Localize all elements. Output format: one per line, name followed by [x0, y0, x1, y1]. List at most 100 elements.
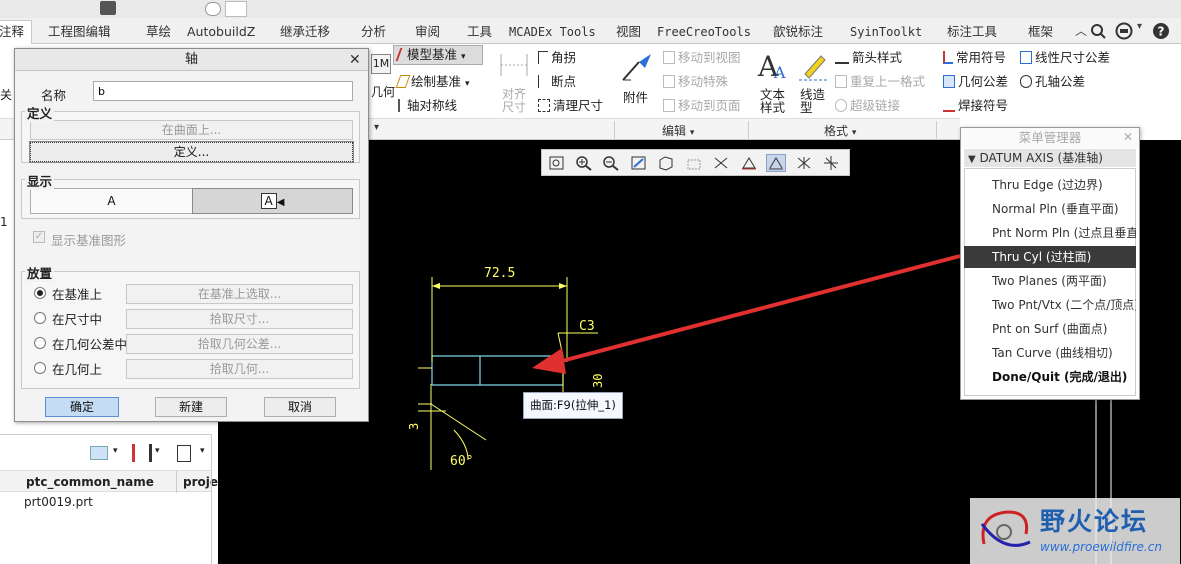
group-edit-label[interactable]: 编辑 ▾: [662, 122, 694, 139]
hole-tolerance-button[interactable]: 孔轴公差: [1020, 71, 1085, 90]
menu-item-pnt-norm-pln[interactable]: Pnt Norm Pln (过点且垂直: [964, 222, 1136, 244]
define-button[interactable]: 定义...: [29, 141, 354, 163]
pick-gtol-button[interactable]: 拾取几何公差...: [126, 334, 353, 354]
cancel-button[interactable]: 取消: [264, 397, 336, 417]
filter-icon[interactable]: [794, 154, 814, 172]
help-icon[interactable]: ?: [1152, 22, 1170, 40]
draw-datum-button[interactable]: 绘制基准 ▾: [395, 71, 470, 90]
document-icon[interactable]: [177, 445, 191, 462]
tab-xinrui[interactable]: 歆锐标注: [773, 21, 823, 43]
tab-inherit[interactable]: 继承迁移: [280, 21, 330, 43]
refit-icon[interactable]: [547, 154, 567, 172]
tab-mcadex[interactable]: MCADEx Tools: [509, 21, 596, 43]
tab-view[interactable]: 视图: [616, 21, 641, 43]
tab-autobuildz[interactable]: AutobuildZ: [187, 21, 255, 43]
axis-symmetry-button[interactable]: 轴对称线: [398, 95, 457, 114]
attach-button[interactable]: 附件: [623, 87, 648, 106]
tab-sketch[interactable]: 草绘: [146, 21, 171, 43]
zoom-out-icon[interactable]: [601, 154, 621, 172]
radio-on-geom[interactable]: [34, 362, 46, 374]
datum-axis-header[interactable]: ▼ DATUM AXIS (基准轴): [964, 149, 1136, 167]
datum-display-icon[interactable]: [684, 154, 704, 172]
table-row[interactable]: prt0019.prt: [24, 495, 93, 509]
spin-center-icon[interactable]: [821, 154, 841, 172]
dropdown-icon[interactable]: ▾: [155, 446, 160, 456]
geometric-tolerance-button[interactable]: 几何公差: [943, 71, 1008, 90]
link-icon: [835, 99, 847, 112]
radio-on-datum[interactable]: [34, 287, 46, 299]
tools-icon[interactable]: [132, 444, 152, 462]
hide-dims-icon[interactable]: [711, 154, 731, 172]
active-annotation-icon[interactable]: [766, 154, 786, 172]
common-symbols-button[interactable]: 常用符号: [943, 47, 1006, 66]
radio-in-dim[interactable]: [34, 312, 46, 324]
select-on-datum-button[interactable]: 在基准上选取...: [126, 284, 353, 304]
tab-freecreotools[interactable]: FreeCreoTools: [657, 21, 751, 43]
hyperlink-button[interactable]: 超级链接: [835, 95, 900, 114]
arrow-style-button[interactable]: 箭头样式: [835, 47, 902, 66]
text-style-button[interactable]: 文本样式: [760, 88, 786, 114]
column-header-project[interactable]: proje: [183, 475, 218, 489]
name-input[interactable]: [93, 81, 353, 101]
display-a-flag-button[interactable]: A ◀: [192, 188, 353, 214]
radio-in-gtol[interactable]: [34, 337, 46, 349]
close-icon[interactable]: ✕: [349, 52, 361, 68]
on-surface-button[interactable]: 在曲面上...: [30, 120, 353, 140]
tab-drawing-edit[interactable]: 工程图编辑: [48, 21, 111, 43]
tab-syintoolkit[interactable]: SyinToolkt: [850, 21, 922, 43]
move-to-view-button[interactable]: 移动到视图: [663, 47, 741, 66]
menu-item-thru-edge[interactable]: Thru Edge (过边界): [964, 174, 1136, 196]
group-format-label[interactable]: 格式 ▾: [824, 122, 856, 139]
menu-item-tan-curve[interactable]: Tan Curve (曲线相切): [964, 342, 1136, 364]
break-button[interactable]: 断点: [538, 71, 576, 90]
tab-tools[interactable]: 工具: [467, 21, 492, 43]
move-to-page-button[interactable]: 移动到页面: [663, 95, 741, 114]
jog-button[interactable]: 角拐: [538, 47, 576, 66]
model-datum-button[interactable]: 模型基准 ▾: [393, 45, 483, 65]
new-button[interactable]: 新建: [155, 397, 227, 417]
menu-item-done-quit[interactable]: Done/Quit (完成/退出): [964, 366, 1136, 388]
pick-dim-button[interactable]: 拾取尺寸...: [126, 309, 353, 329]
menu-item-two-planes[interactable]: Two Planes (两平面): [964, 270, 1136, 292]
line-style-button[interactable]: 线造型: [800, 88, 826, 114]
column-header-name[interactable]: ptc_common_name: [26, 475, 154, 489]
tab-annotate[interactable]: 注释: [0, 20, 32, 44]
view-icon[interactable]: [90, 446, 108, 460]
search-icon[interactable]: [1090, 23, 1106, 39]
qa-icon[interactable]: [205, 2, 221, 16]
draw-datum-icon: [395, 75, 411, 88]
qa-box-icon[interactable]: [225, 1, 247, 17]
repaint-icon[interactable]: [629, 154, 649, 172]
weld-symbol-button[interactable]: 焊接符号: [943, 95, 1008, 114]
ordinate-button[interactable]: 对齐尺寸: [502, 88, 528, 114]
move-special-button[interactable]: 移动特殊: [663, 71, 728, 90]
zoom-in-icon[interactable]: [574, 154, 594, 172]
menu-item-pnt-on-surf[interactable]: Pnt on Surf (曲面点): [964, 318, 1136, 340]
repeat-format-button[interactable]: 重复上一格式: [835, 71, 925, 90]
user-icon[interactable]: [1115, 22, 1133, 40]
tab-frame[interactable]: 框架: [1028, 21, 1053, 43]
collapse-ribbon-icon[interactable]: ︿: [1075, 22, 1087, 39]
dropdown-icon[interactable]: ▾: [200, 446, 205, 456]
menu-item-thru-cyl[interactable]: Thru Cyl (过柱面): [964, 246, 1136, 268]
ok-button[interactable]: 确定: [45, 397, 119, 417]
linear-tolerance-button[interactable]: 线性尺寸公差: [1020, 47, 1110, 66]
ribbon-1m-button[interactable]: 1M: [371, 54, 391, 74]
menu-item-normal-pln[interactable]: Normal Pln (垂直平面): [964, 198, 1136, 220]
annotation-display-icon[interactable]: [739, 154, 759, 172]
user-dropdown-icon[interactable]: ▾: [1137, 21, 1142, 32]
pick-geom-button[interactable]: 拾取几何...: [126, 359, 353, 379]
group-dropdown-icon[interactable]: ▾: [374, 122, 379, 133]
tab-review[interactable]: 审阅: [415, 21, 440, 43]
column-divider[interactable]: [176, 471, 177, 493]
close-icon[interactable]: ✕: [1123, 130, 1133, 144]
repeat-icon: [835, 75, 847, 88]
cleanup-dim-button[interactable]: 清理尺寸: [538, 95, 603, 114]
tab-dim-tools[interactable]: 标注工具: [947, 21, 997, 43]
show-datum-checkbox[interactable]: ✓: [33, 231, 45, 243]
dropdown-icon[interactable]: ▾: [113, 446, 118, 456]
tab-analysis[interactable]: 分析: [361, 21, 386, 43]
display-a-button[interactable]: A: [30, 188, 193, 214]
display-style-icon[interactable]: [656, 154, 676, 172]
menu-item-two-pnt-vtx[interactable]: Two Pnt/Vtx (二个点/顶点): [964, 294, 1136, 316]
